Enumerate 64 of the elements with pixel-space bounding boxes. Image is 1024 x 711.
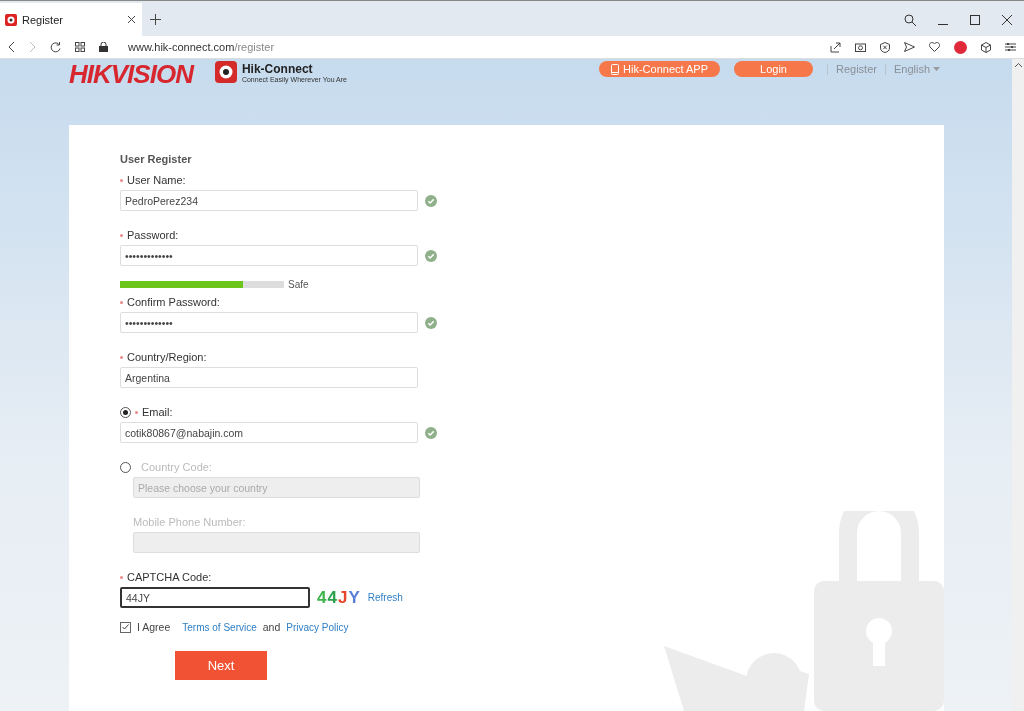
search-icon[interactable]: [904, 14, 916, 26]
field-label: Email:: [135, 405, 173, 419]
adblock-icon[interactable]: [954, 40, 967, 54]
form-title: User Register: [120, 153, 193, 167]
share-icon[interactable]: [830, 41, 841, 53]
captcha-image: 44JY: [317, 587, 361, 608]
app-name: Hik-Connect: [241, 61, 314, 76]
field-label: Country/Region:: [120, 350, 893, 364]
and-text: and: [262, 621, 281, 633]
grid-icon[interactable]: [75, 42, 85, 52]
required-dot: [135, 410, 138, 414]
lock-icon: [99, 42, 108, 52]
input-field[interactable]: •••••••••••••: [120, 245, 418, 266]
language-dropdown[interactable]: English: [893, 63, 940, 75]
field-label: CAPTCHA Code:: [120, 570, 893, 584]
close-icon[interactable]: [127, 15, 136, 24]
required-dot: [120, 178, 123, 182]
sliders-icon[interactable]: [1005, 42, 1016, 52]
input-field[interactable]: cotik80867@nabajin.com: [120, 422, 418, 443]
check-icon: [425, 426, 437, 439]
scroll-up-icon[interactable]: [1014, 63, 1022, 67]
input-field[interactable]: •••••••••••••: [120, 312, 418, 333]
agree-label: I Agree: [137, 621, 171, 633]
shield-x-icon[interactable]: [880, 41, 890, 53]
field-label: Country Code:: [141, 460, 212, 474]
brand-logo: HIKVISION: [69, 61, 193, 87]
field-label: User Name:: [120, 173, 893, 187]
register-link[interactable]: Register: [835, 63, 877, 75]
browser-tab[interactable]: Register: [0, 3, 142, 36]
field-label: Confirm Password:: [120, 295, 893, 309]
send-icon[interactable]: [904, 42, 915, 52]
required-dot: [120, 575, 123, 579]
new-tab-icon[interactable]: [150, 14, 161, 25]
check-icon: [425, 249, 437, 262]
refresh-link[interactable]: Refresh: [367, 592, 403, 603]
field-label: Mobile Phone Number:: [133, 515, 247, 529]
required-dot: [120, 355, 123, 359]
maximize-icon[interactable]: [970, 15, 980, 25]
next-button[interactable]: Next: [175, 651, 267, 680]
app-download-button[interactable]: Hik-Connect APP: [599, 61, 721, 77]
back-icon[interactable]: [8, 42, 15, 52]
camera-icon[interactable]: [855, 42, 866, 52]
field-label: Password:: [120, 228, 893, 242]
login-button[interactable]: Login: [734, 61, 813, 77]
terms-link[interactable]: Terms of Service: [182, 621, 257, 633]
address-url[interactable]: www.hik-connect.com/register: [128, 41, 275, 53]
agree-checkbox[interactable]: [120, 621, 131, 633]
input-field[interactable]: PedroPerez234: [120, 190, 418, 211]
check-icon: [425, 194, 437, 207]
check-icon: [425, 316, 437, 329]
caret-icon: [933, 67, 940, 71]
tab-favicon-icon: [5, 13, 17, 26]
captcha-input[interactable]: 44JY: [120, 587, 310, 608]
close-icon[interactable]: [1002, 15, 1012, 25]
reload-icon[interactable]: [50, 41, 61, 53]
privacy-link[interactable]: Privacy Policy: [286, 621, 349, 633]
strength-label: Safe: [288, 279, 309, 290]
input-field[interactable]: Argentina: [120, 367, 418, 388]
phone-icon: [611, 63, 620, 75]
required-dot: [120, 233, 123, 237]
required-dot: [120, 300, 123, 304]
app-logo-icon: [214, 61, 237, 83]
heart-icon[interactable]: [929, 42, 940, 52]
cube-icon[interactable]: [981, 41, 991, 53]
